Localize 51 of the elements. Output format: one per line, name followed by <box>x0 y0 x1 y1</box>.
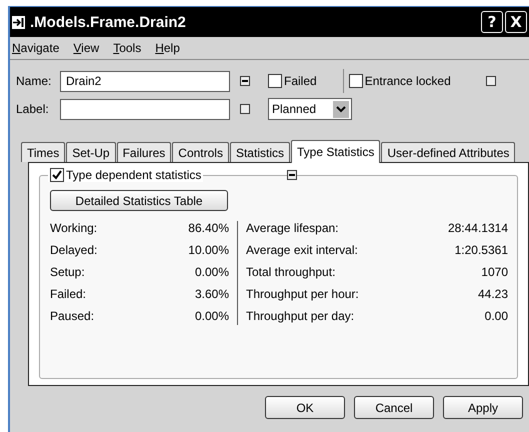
tab[interactable]: User-defined Attributes <box>381 142 516 162</box>
stat-value: 10.00% <box>188 243 229 259</box>
stat-label: Total throughput: <box>246 265 336 281</box>
window-title: .Models.Frame.Drain2 <box>30 14 186 30</box>
field-label: Name: <box>16 74 52 88</box>
stat-value: 0.00% <box>194 309 229 325</box>
dialog-button[interactable]: Cancel <box>354 396 434 419</box>
stat-label: Average exit interval: <box>246 243 358 259</box>
help-button[interactable]: ? <box>481 11 503 33</box>
minus-box-icon[interactable] <box>287 170 298 180</box>
tab[interactable]: Set-Up <box>66 142 116 162</box>
tab[interactable]: Times <box>21 142 66 162</box>
stat-value: 3.60% <box>194 287 229 303</box>
stat-label: Delayed: <box>50 243 98 259</box>
dialog-button[interactable]: Apply <box>443 396 523 419</box>
stat-label: Throughput per hour: <box>246 287 359 303</box>
stat-label: Throughput per day: <box>246 309 354 325</box>
stat-label: Failed: <box>50 287 86 303</box>
minus-box-icon[interactable] <box>240 76 250 86</box>
stat-value: 44.23 <box>478 287 508 303</box>
stat-value: 0.00% <box>194 265 229 281</box>
stat-value: 86.40% <box>188 221 229 237</box>
menu-item[interactable]: Tools <box>113 41 142 55</box>
menu-item[interactable]: Navigate <box>12 41 60 55</box>
entrance-locked-checkbox[interactable]: Entrance locked <box>348 74 451 88</box>
stat-value: 0.00 <box>484 309 508 325</box>
stat-label: Setup: <box>50 265 85 281</box>
tab[interactable]: Failures <box>116 142 172 162</box>
type-statistics-checkbox[interactable]: Type dependent statistics <box>48 168 204 182</box>
tab[interactable]: Type Statistics <box>290 140 380 163</box>
tab[interactable]: Controls <box>172 142 229 162</box>
stat-label: Average lifespan: <box>246 221 339 237</box>
menu-item[interactable]: View <box>73 41 100 55</box>
stat-value: 1070 <box>481 265 508 281</box>
label-field[interactable] <box>60 98 230 120</box>
stat-label: Paused: <box>50 309 94 325</box>
stat-value: 1:20.5361 <box>454 243 508 259</box>
status-dropdown[interactable]: Planned <box>268 98 352 120</box>
square-icon[interactable] <box>240 104 250 114</box>
field-label: Label: <box>16 102 50 116</box>
close-button[interactable]: X <box>505 11 527 33</box>
detailed-statistics-button[interactable]: Detailed Statistics Table <box>50 190 228 211</box>
dialog-button[interactable]: OK <box>265 396 345 419</box>
name-field[interactable]: Drain2 <box>60 70 230 92</box>
square-icon[interactable] <box>486 76 496 86</box>
tab[interactable]: Statistics <box>230 142 290 162</box>
stat-value: 28:44.1314 <box>448 221 508 237</box>
failed-checkbox[interactable]: Failed <box>268 74 317 88</box>
menu-item[interactable]: Help <box>155 41 180 55</box>
stat-label: Working: <box>50 221 98 237</box>
checkmark-icon <box>52 170 62 180</box>
